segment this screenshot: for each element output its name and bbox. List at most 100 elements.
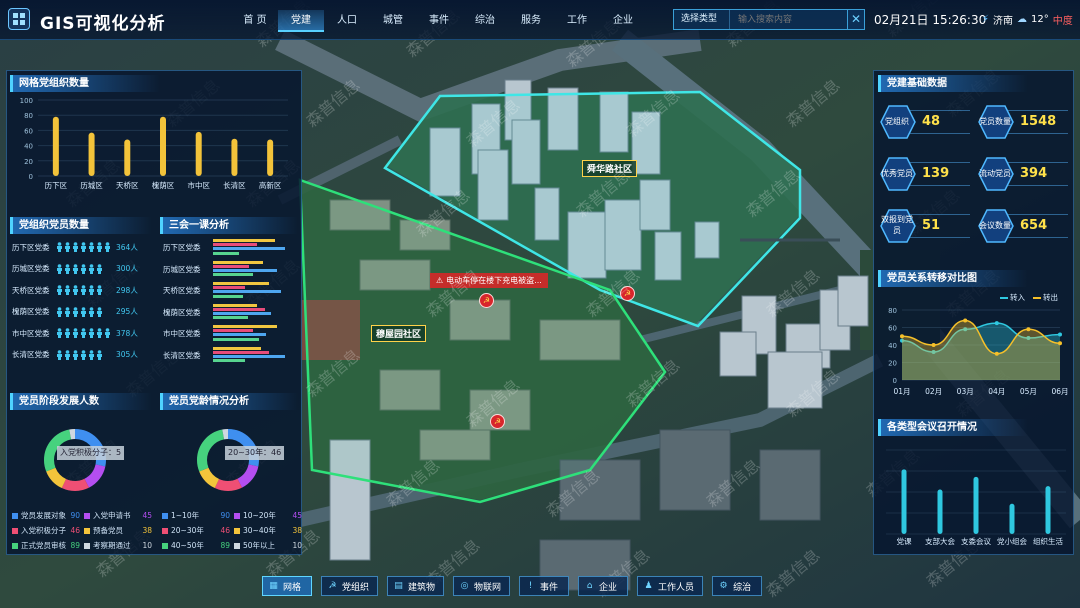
legend-item[interactable]: 考察期通过 10 <box>84 540 152 551</box>
bar[interactable] <box>231 138 238 176</box>
y-tick-label: 60 <box>24 127 33 135</box>
series-point[interactable] <box>1026 327 1031 332</box>
member-row[interactable]: 天桥区党委 298人 <box>12 283 152 297</box>
nav-item[interactable]: 首 页 <box>232 10 278 32</box>
stat-tile[interactable]: 会议数量 654 <box>978 208 1072 244</box>
temperature: 12° <box>1031 14 1049 25</box>
member-row-value: 305人 <box>116 350 138 359</box>
sanhui-title: 三会一课分析 <box>160 217 298 234</box>
sanhui-bar <box>213 350 269 354</box>
bar[interactable] <box>973 476 979 534</box>
community-label-south[interactable]: 穆屋园社区 <box>371 325 427 342</box>
legend-item[interactable]: 50年以上 10 <box>234 540 302 551</box>
nav-item[interactable]: 服务 <box>508 10 554 32</box>
sanhui-bar-group[interactable] <box>213 239 293 257</box>
series-point[interactable] <box>994 321 999 326</box>
series-point[interactable] <box>900 334 904 339</box>
stat-tile[interactable]: 流动党员 394 <box>978 156 1072 192</box>
party-marker-icon[interactable]: ☭ <box>479 293 494 308</box>
layer-toggle-button[interactable]: ⌂ 企业 <box>578 576 629 596</box>
legend-item[interactable]: 正式党员审核 89 <box>12 540 80 551</box>
sanhui-bar-group[interactable] <box>213 282 293 300</box>
legend-item[interactable]: 入党申请书 45 <box>84 510 152 521</box>
series-point[interactable] <box>931 343 936 347</box>
bar[interactable] <box>124 139 131 176</box>
sanhui-bar-group[interactable] <box>213 325 293 343</box>
layer-toggle-button[interactable]: ☭ 党组织 <box>321 576 379 596</box>
layer-toggle-button[interactable]: ♟ 工作人员 <box>637 576 704 596</box>
transfer-title: 党员关系转移对比图 <box>878 270 1028 287</box>
community-label-north[interactable]: 舜华路社区 <box>582 160 638 177</box>
sanhui-bar-group[interactable] <box>213 260 293 279</box>
legend-item[interactable]: 40~50年 89 <box>162 540 230 551</box>
layer-toggle-button[interactable]: ◎ 物联网 <box>453 576 511 596</box>
stat-tile[interactable]: 双报到党员 51 <box>880 208 974 244</box>
bar[interactable] <box>901 469 907 534</box>
series-point[interactable] <box>963 318 968 323</box>
bar[interactable] <box>195 131 202 176</box>
stat-tile-value: 654 <box>1020 218 1048 233</box>
bar[interactable] <box>160 116 166 176</box>
weather-widget: ⚡ 济南 ☁ 12° 中度 <box>982 12 1073 27</box>
search-input[interactable] <box>730 10 864 29</box>
member-row-value: 300人 <box>116 264 138 273</box>
party-marker-icon[interactable]: ☭ <box>620 286 635 301</box>
legend-item[interactable]: 30~40年 38 <box>234 525 302 536</box>
nav-item[interactable]: 工作 <box>554 10 600 32</box>
nav-item[interactable]: 企业 <box>600 10 646 32</box>
legend-item[interactable]: 1~10年 90 <box>162 510 230 521</box>
person-icon <box>65 263 70 274</box>
bar[interactable] <box>88 132 95 176</box>
legend-label: 50年以上 <box>243 541 276 550</box>
app-grid-icon[interactable] <box>8 8 30 30</box>
legend-item[interactable]: 入党积极分子 46 <box>12 525 80 536</box>
stat-tile[interactable]: 党员数量 1548 <box>978 104 1072 140</box>
y-tick-label: 40 <box>24 143 33 151</box>
nav-item[interactable]: 党建 <box>278 10 324 32</box>
member-row[interactable]: 历下区党委 364人 <box>12 240 152 254</box>
legend-item[interactable]: 10~20年 45 <box>234 510 302 521</box>
sanhui-bar <box>213 247 285 251</box>
member-row[interactable]: 市中区党委 378人 <box>12 326 152 340</box>
bar[interactable] <box>52 116 59 176</box>
search-clear-button[interactable]: ✕ <box>847 9 865 30</box>
sanhui-bar-group[interactable] <box>213 346 293 365</box>
nav-item[interactable]: 事件 <box>416 10 462 32</box>
y-tick-label: 20 <box>888 360 897 368</box>
layer-toggle-button[interactable]: ! 事件 <box>519 576 570 596</box>
layer-toggle-button[interactable]: ▦ 网格 <box>262 576 312 596</box>
nav-item[interactable]: 城管 <box>370 10 416 32</box>
legend-swatch <box>162 542 168 549</box>
legend-item[interactable]: 20~30年 46 <box>162 525 230 536</box>
person-icon <box>81 349 86 360</box>
series-point[interactable] <box>994 351 999 356</box>
nav-item[interactable]: 综治 <box>462 10 508 32</box>
stat-tile[interactable]: 党组织 48 <box>880 104 974 140</box>
member-row[interactable]: 长清区党委 305人 <box>12 348 152 362</box>
person-icon <box>81 242 86 252</box>
nav-item[interactable]: 人口 <box>324 10 370 32</box>
sanhui-bar-group[interactable] <box>213 303 293 322</box>
stat-tile[interactable]: 优秀党员 139 <box>880 156 974 192</box>
person-icon <box>73 242 78 252</box>
party-marker-icon[interactable]: ☭ <box>490 414 505 429</box>
bar[interactable] <box>937 489 943 534</box>
legend-label: 20~30年 <box>171 526 204 535</box>
member-row[interactable]: 历城区党委 300人 <box>12 262 152 276</box>
sanhui-bar <box>213 239 275 242</box>
bar[interactable] <box>1009 503 1015 534</box>
legend-item[interactable]: 党员发展对象 90 <box>12 510 80 521</box>
bar[interactable] <box>267 139 274 176</box>
search-type-select[interactable]: 选择类型 <box>674 10 730 29</box>
legend-item[interactable]: 预备党员 38 <box>84 525 152 536</box>
person-icon <box>73 306 78 317</box>
series-point[interactable] <box>1058 341 1062 346</box>
series-point[interactable] <box>1058 332 1062 337</box>
event-alert-label[interactable]: ⚠ 电动车停在楼下充电被盗... <box>430 273 548 288</box>
member-row[interactable]: 槐荫区党委 295人 <box>12 305 152 319</box>
member-row-label: 历城区党委 <box>12 264 50 273</box>
layer-toggle-button[interactable]: ▤ 建筑物 <box>387 576 445 596</box>
bar[interactable] <box>1045 486 1051 534</box>
sanhui-row-label: 历下区党委 <box>163 243 201 252</box>
layer-toggle-button[interactable]: ⚙ 综治 <box>712 576 763 596</box>
